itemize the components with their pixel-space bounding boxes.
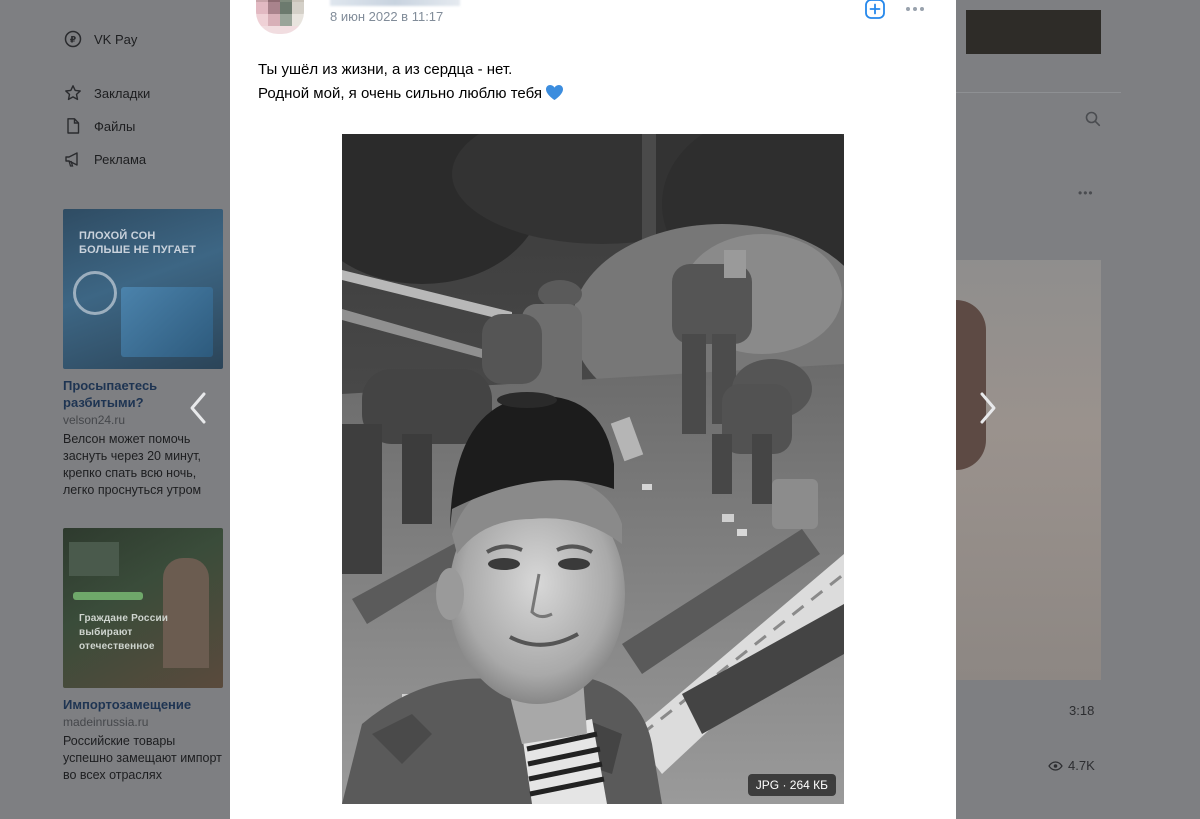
thumbnail[interactable] (966, 10, 1101, 54)
video-thumbnail[interactable] (936, 260, 1101, 680)
megaphone-icon (64, 150, 82, 168)
post-text: Ты ушёл из жизни, а из сердца - нет. Род… (258, 58, 564, 106)
post-header: 8 июн 2022 в 11:17 (230, 0, 956, 40)
vkpay-icon: ₽ (64, 30, 82, 48)
add-icon[interactable] (864, 0, 886, 20)
sidebar-item-label: Файлы (94, 118, 136, 134)
post-text-line: Родной мой, я очень сильно люблю тебя (258, 82, 564, 106)
post-actions (864, 0, 926, 20)
post-card: 8 июн 2022 в 11:17 Ты ушёл из жизни, а и… (230, 0, 956, 819)
next-photo-button[interactable] (976, 388, 1000, 428)
chevron-left-icon (190, 392, 206, 424)
ad-text: Велсон может помочь заснуть через 20 мин… (63, 432, 202, 497)
avatar[interactable] (256, 0, 304, 34)
ad-image[interactable]: ПЛОХОЙ СОН БОЛЬШЕ НЕ ПУГАЕТ (63, 209, 223, 369)
more-icon[interactable] (904, 0, 926, 20)
blue-heart-icon (545, 85, 563, 100)
star-icon (64, 84, 82, 102)
video-duration: 3:18 (1069, 703, 1095, 718)
author-name-blurred[interactable] (330, 0, 460, 6)
ad-image-text: ПЛОХОЙ СОН БОЛЬШЕ НЕ ПУГАЕТ (79, 230, 197, 256)
ad-block[interactable]: Граждане России выбирают отечественное И… (63, 528, 223, 784)
sidebar-item-files[interactable]: Файлы (64, 117, 135, 135)
ad-text: Российские товары успешно замещают импор… (63, 734, 222, 782)
file-icon (64, 117, 82, 135)
post-text-line: Ты ушёл из жизни, а из сердца - нет. (258, 61, 513, 78)
chevron-right-icon (980, 392, 996, 424)
sidebar-item-label: Реклама (94, 151, 147, 167)
sidebar-item-label: Закладки (94, 85, 151, 101)
ad-block[interactable]: ПЛОХОЙ СОН БОЛЬШЕ НЕ ПУГАЕТ Просыпаетесь… (63, 209, 223, 499)
sidebar-item-ads[interactable]: Реклама (64, 150, 146, 168)
post-date[interactable]: 8 июн 2022 в 11:17 (330, 9, 443, 24)
right-column: ••• 3:18 4.7K (936, 0, 1200, 819)
sidebar-item-bookmarks[interactable]: Закладки (64, 84, 150, 102)
viewer-stage: ₽ VK Pay Закладки Файлы Реклама ПЛОХОЙ С… (0, 0, 1200, 819)
ad-domain[interactable]: madeinrussia.ru (63, 715, 223, 729)
more-icon[interactable]: ••• (1078, 186, 1094, 200)
ad-image-text: Граждане России выбирают отечественное (79, 613, 169, 652)
photo-image (342, 134, 844, 804)
eye-icon (1048, 760, 1063, 771)
svg-text:₽: ₽ (70, 36, 76, 46)
post-photo[interactable]: JPG · 264 КБ (342, 134, 844, 804)
post-text-line-content: Родной мой, я очень сильно люблю тебя (258, 85, 542, 102)
ad-title[interactable]: Импортозамещение (63, 696, 223, 713)
prev-photo-button[interactable] (186, 388, 210, 428)
left-sidebar: ₽ VK Pay Закладки Файлы Реклама ПЛОХОЙ С… (0, 0, 230, 819)
file-info-badge[interactable]: JPG · 264 КБ (747, 774, 836, 796)
views-counter: 4.7K (1048, 758, 1095, 773)
views-count: 4.7K (1068, 758, 1095, 773)
divider (956, 92, 1121, 93)
search-icon[interactable] (1085, 111, 1101, 127)
sidebar-item-label: VK Pay (94, 31, 138, 47)
sidebar-item-vkpay[interactable]: ₽ VK Pay (64, 30, 137, 48)
ad-image[interactable]: Граждане России выбирают отечественное (63, 528, 223, 688)
